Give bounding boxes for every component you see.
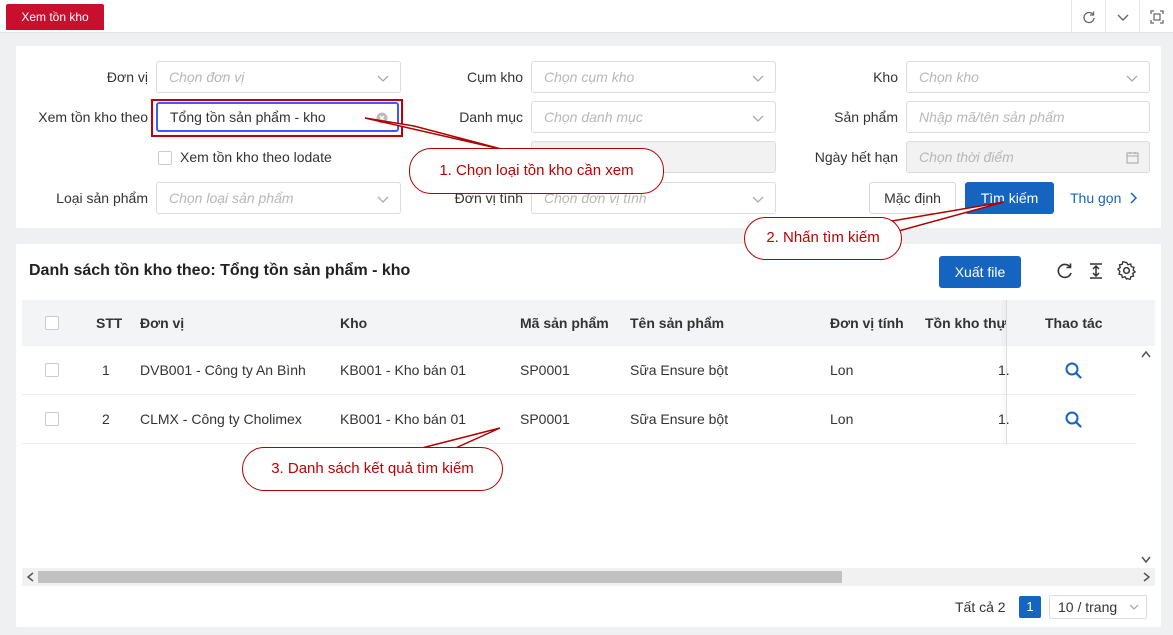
- col-kho[interactable]: Kho: [340, 300, 367, 346]
- col-ma-san-pham[interactable]: Mã sản phẩm: [520, 300, 609, 346]
- cell-ton-kho: 1.: [998, 362, 1010, 378]
- lodate-label: Xem tồn kho theo lodate: [180, 149, 332, 165]
- xem-ton-kho-theo-value: Tổng tồn sản phẩm - kho: [170, 109, 326, 125]
- collapse-link[interactable]: Thu gọn: [1070, 182, 1138, 214]
- cum-kho-placeholder: Chọn cụm kho: [544, 69, 635, 85]
- cell-don-vi: DVB001 - Công ty An Bình: [140, 362, 306, 378]
- row-checkbox[interactable]: [45, 363, 59, 377]
- san-pham-placeholder: Nhập mã/tên sản phẩm: [919, 109, 1065, 125]
- cell-stt: 2: [102, 411, 110, 427]
- cell-ten-san-pham: Sữa Ensure bột: [630, 362, 729, 378]
- reload-icon[interactable]: [1071, 0, 1105, 33]
- collapse-label: Thu gọn: [1070, 190, 1122, 206]
- cell-kho: KB001 - Kho bán 01: [340, 362, 467, 378]
- scroll-left-icon[interactable]: [26, 572, 34, 582]
- search-icon[interactable]: [1065, 411, 1082, 428]
- xem-ton-kho-theo-label: Xem tồn kho theo: [38, 109, 148, 125]
- don-vi-label: Đơn vị: [106, 69, 148, 85]
- col-don-vi-tinh[interactable]: Đơn vị tính: [830, 300, 904, 346]
- pager-total: Tất cả 2: [955, 599, 1006, 615]
- col-ton-kho[interactable]: Tồn kho thự: [925, 300, 1007, 346]
- fullscreen-icon[interactable]: [1139, 0, 1173, 33]
- danh-muc-placeholder: Chọn danh mục: [544, 109, 643, 125]
- chevron-down-icon: [377, 75, 389, 82]
- row-checkbox[interactable]: [45, 412, 59, 426]
- cell-ma-san-pham: SP0001: [520, 411, 570, 427]
- callout-2: 2. Nhấn tìm kiếm: [744, 217, 902, 260]
- cell-don-vi-tinh: Lon: [830, 411, 854, 427]
- page-1-button[interactable]: 1: [1019, 596, 1041, 618]
- ngay-het-han-label: Ngày hết hạn: [814, 149, 898, 165]
- cell-ton-kho: 1.: [998, 411, 1010, 427]
- search-button[interactable]: Tìm kiếm: [965, 182, 1054, 214]
- list-title: Danh sách tồn kho theo: Tổng tồn sản phẩ…: [29, 262, 411, 279]
- ngay-het-han-picker[interactable]: Chọn thời điểm: [906, 141, 1150, 173]
- danh-muc-label: Danh mục: [459, 109, 523, 125]
- select-all-checkbox[interactable]: [45, 316, 59, 330]
- chevron-down-icon: [752, 196, 764, 203]
- col-ten-san-pham[interactable]: Tên sản phẩm: [630, 300, 724, 346]
- table-row[interactable]: 1 DVB001 - Công ty An Bình KB001 - Kho b…: [22, 346, 1136, 395]
- callout-3: 3. Danh sách kết quả tìm kiếm: [242, 447, 503, 491]
- filter-panel: Đơn vị Chọn đơn vị Cụm kho Chọn cụm kho …: [16, 46, 1161, 228]
- chevron-down-icon: [377, 196, 389, 203]
- list-panel: Danh sách tồn kho theo: Tổng tồn sản phẩ…: [16, 244, 1161, 627]
- default-button[interactable]: Mặc định: [869, 182, 956, 214]
- cell-stt: 1: [102, 362, 110, 378]
- ngay-het-han-placeholder: Chọn thời điểm: [919, 149, 1014, 165]
- san-pham-label: Sản phẩm: [834, 109, 898, 125]
- tab-toolbar: [1071, 0, 1173, 33]
- cell-ten-san-pham: Sữa Ensure bột: [630, 411, 729, 427]
- kho-label: Kho: [873, 69, 898, 85]
- lodate-checkbox[interactable]: [158, 151, 172, 165]
- settings-icon[interactable]: [1117, 261, 1136, 280]
- loai-san-pham-label: Loại sản phẩm: [56, 190, 148, 206]
- chevron-down-icon[interactable]: [1105, 0, 1139, 33]
- clear-icon[interactable]: [376, 112, 388, 124]
- loai-san-pham-select[interactable]: Chọn loại sản phẩm: [156, 182, 401, 214]
- chevron-down-icon: [1129, 604, 1139, 610]
- table-row[interactable]: 2 CLMX - Công ty Cholimex KB001 - Kho bá…: [22, 395, 1136, 444]
- col-don-vi[interactable]: Đơn vị: [140, 300, 184, 346]
- cell-don-vi: CLMX - Công ty Cholimex: [140, 411, 302, 427]
- export-button[interactable]: Xuất file: [939, 256, 1021, 288]
- cell-don-vi-tinh: Lon: [830, 362, 854, 378]
- kho-placeholder: Chọn kho: [919, 69, 979, 85]
- page-size-value: 10 / trang: [1058, 599, 1118, 615]
- scroll-up-icon[interactable]: [1141, 350, 1151, 358]
- danh-muc-select[interactable]: Chọn danh mục: [531, 101, 776, 133]
- vertical-scrollbar[interactable]: [1137, 346, 1155, 568]
- san-pham-input[interactable]: Nhập mã/tên sản phẩm: [906, 101, 1150, 133]
- cell-kho: KB001 - Kho bán 01: [340, 411, 467, 427]
- sticky-column-divider: [1006, 300, 1007, 445]
- chevron-down-icon: [752, 115, 764, 122]
- cum-kho-select[interactable]: Chọn cụm kho: [531, 61, 776, 93]
- scroll-down-icon[interactable]: [1141, 556, 1151, 564]
- tab-xem-ton-kho[interactable]: Xem tồn kho: [6, 4, 104, 30]
- cell-ma-san-pham: SP0001: [520, 362, 570, 378]
- chevron-down-icon: [752, 75, 764, 82]
- chevron-down-icon: [1126, 75, 1138, 82]
- horizontal-scroll-thumb[interactable]: [38, 571, 842, 583]
- column-height-icon[interactable]: [1087, 262, 1105, 280]
- refresh-icon[interactable]: [1056, 262, 1074, 280]
- callout-1: 1. Chọn loại tồn kho cần xem: [409, 148, 664, 194]
- horizontal-scrollbar[interactable]: [22, 568, 1155, 586]
- don-vi-placeholder: Chọn đơn vị: [169, 69, 245, 85]
- don-vi-select[interactable]: Chọn đơn vị: [156, 61, 401, 93]
- col-thao-tac: Thao tác: [1045, 315, 1103, 331]
- xem-ton-kho-theo-select[interactable]: Tổng tồn sản phẩm - kho: [156, 102, 399, 132]
- cum-kho-label: Cụm kho: [466, 69, 523, 85]
- scroll-right-icon[interactable]: [1143, 572, 1151, 582]
- search-icon[interactable]: [1065, 362, 1082, 379]
- kho-select[interactable]: Chọn kho: [906, 61, 1150, 93]
- chevron-right-icon: [1130, 192, 1138, 204]
- page-size-select[interactable]: 10 / trang: [1049, 595, 1147, 619]
- loai-san-pham-placeholder: Chọn loại sản phẩm: [169, 190, 294, 206]
- col-stt[interactable]: STT: [96, 300, 122, 346]
- calendar-icon: [1126, 152, 1139, 164]
- table-header: STT Đơn vị Kho Mã sản phẩm Tên sản phẩm …: [22, 300, 1155, 346]
- top-tab-bar: Xem tồn kho: [0, 0, 1173, 33]
